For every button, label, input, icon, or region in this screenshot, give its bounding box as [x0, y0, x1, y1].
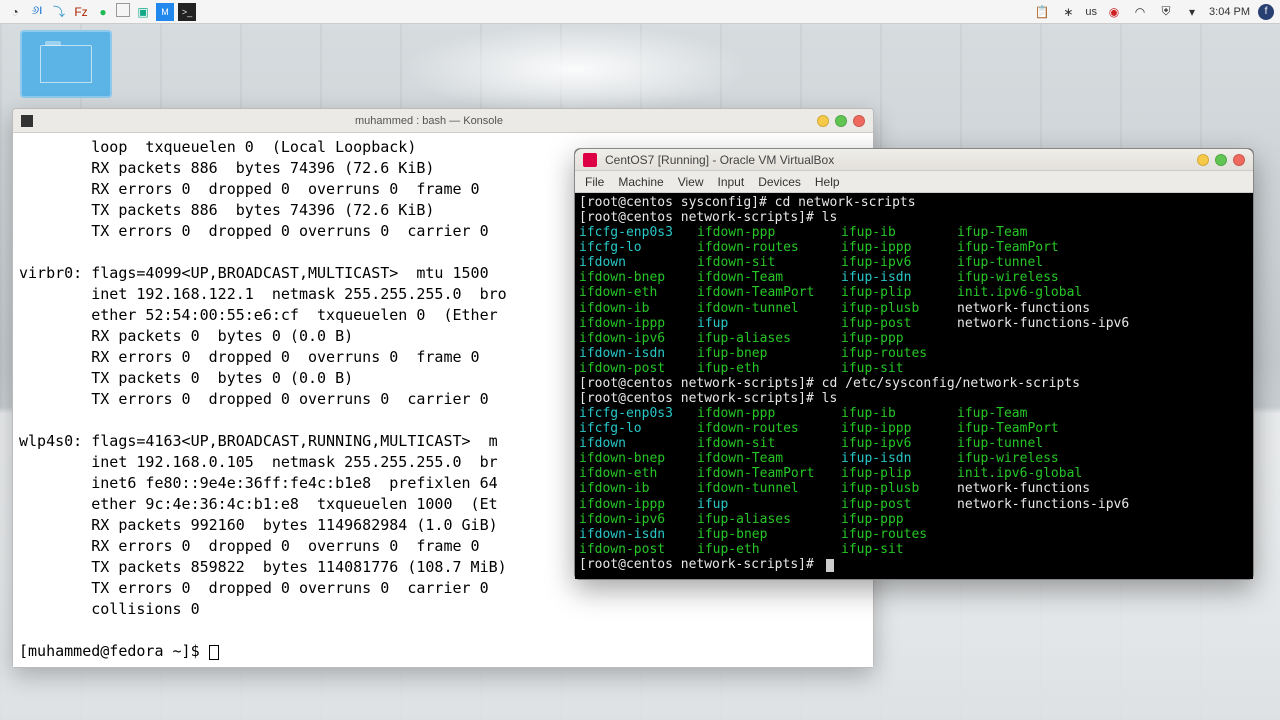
vbox-menubar: File Machine View Input Devices Help: [575, 171, 1253, 193]
maximize-button[interactable]: [835, 115, 847, 127]
clock[interactable]: 3:04 PM: [1209, 6, 1250, 18]
jedit-icon[interactable]: ୬౹: [28, 3, 46, 21]
filezilla-icon[interactable]: Fz: [72, 3, 90, 21]
spotify-icon[interactable]: ●: [94, 3, 112, 21]
wallpaper-light: [400, 24, 750, 114]
menu-devices[interactable]: Devices: [758, 175, 801, 189]
chevron-down-icon[interactable]: ▾: [1183, 3, 1201, 21]
close-button[interactable]: [853, 115, 865, 127]
dolphin-icon[interactable]: ⤵: [50, 3, 68, 21]
minimize-button[interactable]: [1197, 154, 1209, 166]
top-panel: ◔ ୬౹ ⤵ Fz ● ▣ M >_ 📋 ∗ us ◉ ◠ ⛨ ▾ 3:04 P…: [0, 0, 1280, 24]
tray-left: ◔ ୬౹ ⤵ Fz ● ▣ M >_: [6, 3, 196, 21]
virtualbox-window[interactable]: CentOS7 [Running] - Oracle VM VirtualBox…: [574, 148, 1254, 580]
shield-icon[interactable]: ⛨: [1157, 3, 1175, 21]
virtualbox-icon[interactable]: ▣: [134, 3, 152, 21]
vbox-terminal[interactable]: [root@centos sysconfig]# cd network-scri…: [575, 193, 1253, 579]
vbox-app-icon: [583, 153, 597, 167]
menu-help[interactable]: Help: [815, 175, 840, 189]
terminal-output: loop txqueuelen 0 (Local Loopback) RX pa…: [19, 138, 507, 618]
mail-icon[interactable]: M: [156, 3, 174, 21]
menu-machine[interactable]: Machine: [618, 175, 663, 189]
desktop-icon[interactable]: [116, 3, 130, 17]
konsole-app-icon: [21, 115, 33, 127]
menu-input[interactable]: Input: [718, 175, 745, 189]
clipboard-icon[interactable]: 📋: [1033, 3, 1051, 21]
maximize-button[interactable]: [1215, 154, 1227, 166]
bluetooth-icon[interactable]: ∗: [1059, 3, 1077, 21]
konsole-title: muhammed : bash — Konsole: [41, 115, 817, 127]
tray-right: 📋 ∗ us ◉ ◠ ⛨ ▾ 3:04 PM f: [1033, 3, 1274, 21]
fedora-icon[interactable]: f: [1258, 4, 1274, 20]
vbox-title: CentOS7 [Running] - Oracle VM VirtualBox: [605, 153, 1197, 167]
menu-view[interactable]: View: [678, 175, 704, 189]
menu-file[interactable]: File: [585, 175, 604, 189]
vbox-titlebar[interactable]: CentOS7 [Running] - Oracle VM VirtualBox: [575, 149, 1253, 171]
wifi-icon[interactable]: ◠: [1131, 3, 1149, 21]
folder-icon: [40, 45, 92, 83]
input-lang[interactable]: us: [1085, 6, 1097, 18]
close-button[interactable]: [1233, 154, 1245, 166]
record-icon[interactable]: ◉: [1105, 3, 1123, 21]
desktop-folder[interactable]: [20, 30, 112, 98]
eclipse-icon[interactable]: ◔: [6, 3, 24, 21]
cursor: [209, 645, 219, 660]
konsole-titlebar[interactable]: muhammed : bash — Konsole: [13, 109, 873, 133]
terminal-prompt: [muhammed@fedora ~]$: [19, 642, 209, 660]
minimize-button[interactable]: [817, 115, 829, 127]
konsole-icon[interactable]: >_: [178, 3, 196, 21]
